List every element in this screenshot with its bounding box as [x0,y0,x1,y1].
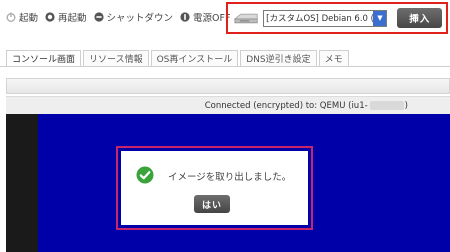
poweroff-icon [180,12,190,22]
shutdown-button[interactable]: シャットダウン [93,10,174,24]
iso-select-value: [カスタムOS] Debian 6.0 (64 [266,14,374,24]
tab-divider [0,66,450,67]
console-sidebar [6,114,38,252]
tab-resources[interactable]: リソース情報 [83,50,149,66]
chevron-down-icon[interactable]: ▼ [373,10,387,26]
console-toolbar [6,78,450,94]
power-icon [6,12,16,22]
power-toolbar: 起動 再起動 シャットダウン 電源OFF [6,8,230,26]
tab-memo[interactable]: メモ [318,50,349,66]
dialog-message: イメージを取り出しました。 [168,172,292,183]
shutdown-label: シャットダウン [106,13,174,24]
connection-status: Connected (encrypted) to: QEMU (iu1- ) [6,96,450,114]
start-label: 起動 [19,13,39,24]
restart-label: 再起動 [58,13,87,24]
status-suffix: ) [404,100,408,111]
check-circle-icon [136,166,154,184]
restart-icon [45,12,55,22]
insert-button[interactable]: 挿入 [397,8,443,28]
ok-button[interactable]: はい [194,195,230,213]
poweroff-button[interactable]: 電源OFF [180,10,230,24]
status-text: Connected (encrypted) to: QEMU (iu1- [204,100,368,111]
iso-image-select[interactable]: [カスタムOS] Debian 6.0 (64 ▼ [263,9,388,27]
redacted-hostname [369,101,404,110]
restart-button[interactable]: 再起動 [45,10,87,24]
start-button[interactable]: 起動 [6,10,38,24]
tab-console[interactable]: コンソール画面 [6,50,82,66]
disc-drive-icon [233,13,258,24]
tab-reverse-dns[interactable]: DNS逆引き設定 [240,50,317,66]
poweroff-label: 電源OFF [193,13,231,24]
eject-confirmation-dialog: イメージを取り出しました。 はい [121,151,308,225]
tab-os-reinstall[interactable]: OS再インストール [150,50,239,66]
media-insert-panel: [カスタムOS] Debian 6.0 (64 ▼ 挿入 [226,2,448,34]
shutdown-icon [93,12,104,22]
dialog-highlight: イメージを取り出しました。 はい [116,146,313,230]
tab-bar: コンソール画面 リソース情報 OS再インストール DNS逆引き設定 メモ [6,50,349,66]
